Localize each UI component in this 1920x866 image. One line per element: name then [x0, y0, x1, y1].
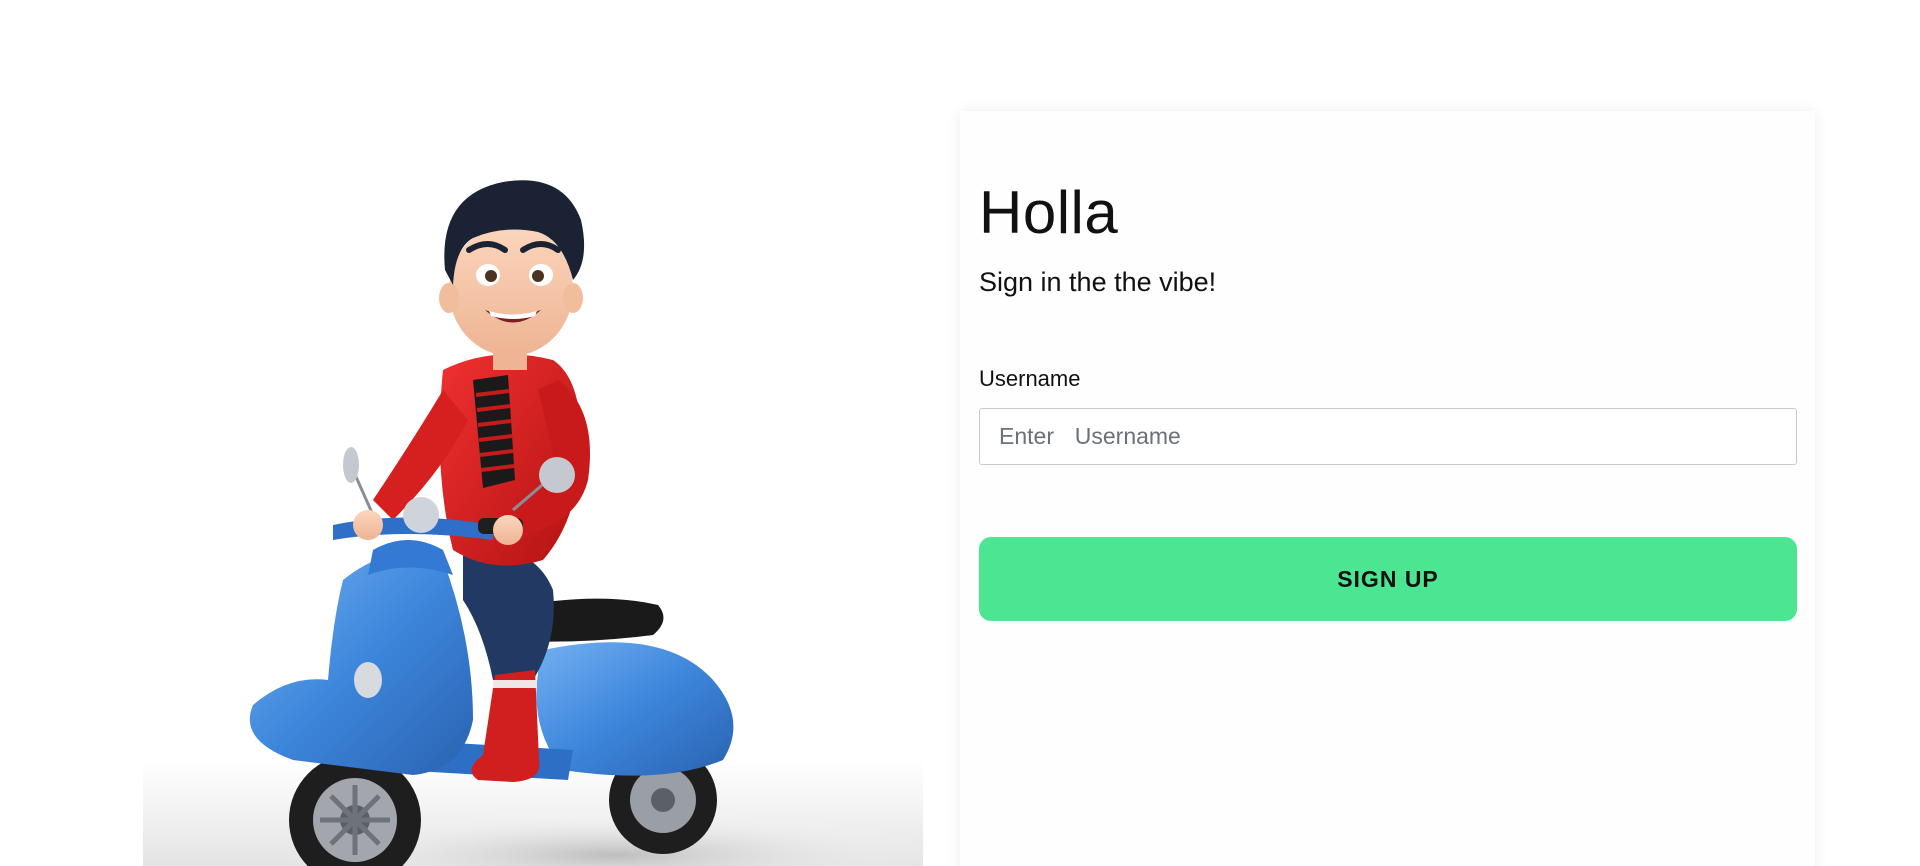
scooter-rider-image [143, 180, 923, 866]
form-subtitle: Sign in the the vibe! [979, 267, 1217, 297]
sign-up-button[interactable]: SIGN UP [979, 537, 1797, 621]
hero-illustration [143, 120, 923, 866]
signup-page: Holla Sign in the the vibe! Username SIG… [0, 0, 1920, 866]
signup-form: Holla Sign in the the vibe! Username SIG… [979, 183, 1797, 621]
username-label: Username [979, 366, 1081, 391]
username-input[interactable] [979, 408, 1797, 465]
signup-card: Holla Sign in the the vibe! Username SIG… [960, 111, 1815, 866]
form-title: Holla [979, 179, 1119, 246]
